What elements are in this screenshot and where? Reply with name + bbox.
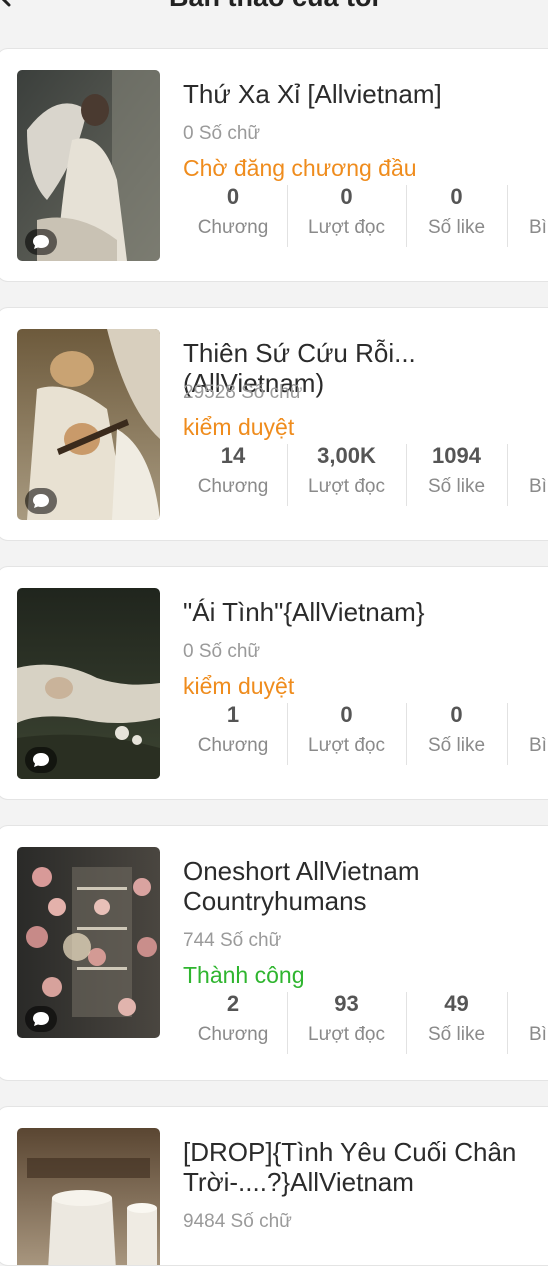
stat-value: 0: [340, 184, 353, 209]
stat-2: 0 Số like: [406, 183, 507, 247]
book-title[interactable]: [DROP]{Tình Yêu Cuối Chân Trời-....?}All…: [183, 1137, 548, 1197]
stat-value: 0: [450, 184, 463, 209]
stat-label: Số like: [427, 735, 486, 756]
manuscript-card[interactable]: Thứ Xa Xỉ [Allvietnam] 0 Số chữ Chờ đăng c…: [0, 48, 548, 282]
stat-label: Chương: [197, 217, 269, 238]
stat-divider: [287, 444, 288, 506]
stat-3: Bì: [507, 990, 548, 1054]
stat-0: 0 Chương: [183, 183, 283, 247]
stat-value: [529, 183, 548, 211]
book-title[interactable]: "Ái Tình"{AllVietnam}: [183, 597, 548, 627]
publish-status: kiểm duyệt: [183, 673, 295, 699]
stat-1: 3,00K Lượt đọc: [287, 442, 406, 506]
stat-value: 0: [450, 702, 463, 727]
stat-label: Bì: [529, 735, 547, 756]
stat-value: 0: [340, 702, 353, 727]
stat-divider: [406, 992, 407, 1054]
manuscript-card[interactable]: "Ái Tình"{AllVietnam} 0 Số chữ kiểm duyệt 1…: [0, 566, 548, 800]
word-count: 744 Số chữ: [183, 930, 282, 951]
comment-icon: [25, 1006, 57, 1032]
stat-label: Số like: [427, 217, 486, 238]
stat-0: 14 Chương: [183, 442, 283, 506]
stat-label: Số like: [427, 476, 486, 497]
stat-label: Chương: [197, 476, 269, 497]
book-cover-image[interactable]: [17, 70, 160, 261]
stat-0: 2 Chương: [183, 990, 283, 1054]
stat-label: Số like: [427, 1024, 486, 1045]
comment-icon: [25, 488, 57, 514]
stat-1: 0 Lượt đọc: [287, 183, 406, 247]
stat-label: Bì: [529, 476, 547, 497]
stat-divider: [406, 703, 407, 765]
stat-value: 1: [226, 702, 240, 727]
word-count: 9484 Số chữ: [183, 1211, 292, 1232]
book-title[interactable]: Thứ Xa Xỉ [Allvietnam]: [183, 79, 548, 109]
publish-status: Thành công: [183, 962, 305, 988]
stat-divider: [507, 703, 508, 765]
manuscript-card[interactable]: Thiên Sứ Cứu Rỗi...(AllVietnam) 29528 Số …: [0, 307, 548, 541]
publish-status: Chờ đăng chương đầu: [183, 155, 417, 181]
stat-divider: [287, 185, 288, 247]
stat-value: [529, 990, 548, 1018]
top-bar: Bản thảo của tôi: [0, 0, 548, 34]
book-stats: 2 Chương 93 Lượt đọc 49 Số like Bì: [183, 990, 548, 1054]
publish-status: kiểm duyệt: [183, 414, 295, 440]
stat-divider: [406, 444, 407, 506]
stat-value: [529, 701, 548, 729]
stat-2: 1094 Số like: [406, 442, 507, 506]
book-title[interactable]: Oneshort AllVietnam Countryhumans: [183, 856, 548, 916]
stat-0: 1 Chương: [183, 701, 283, 765]
stat-label: Lượt đọc: [308, 476, 385, 497]
stat-value: 2: [226, 991, 240, 1016]
word-count: 0 Số chữ: [183, 123, 261, 144]
book-stats: 14 Chương 3,00K Lượt đọc 1094 Số like Bì: [183, 442, 548, 506]
stat-label: Lượt đọc: [308, 735, 385, 756]
stat-2: 0 Số like: [406, 701, 507, 765]
stat-value: 49: [444, 991, 469, 1016]
stat-value: 93: [334, 991, 359, 1016]
stat-divider: [507, 185, 508, 247]
word-count: 29528 Số chữ: [183, 382, 303, 403]
stat-value: 1094: [432, 443, 481, 468]
stat-3: Bì: [507, 701, 548, 765]
stat-divider: [287, 703, 288, 765]
stat-1: 93 Lượt đọc: [287, 990, 406, 1054]
manuscript-card[interactable]: Oneshort AllVietnam Countryhumans 744 Số …: [0, 825, 548, 1081]
stat-label: Chương: [197, 735, 269, 756]
stat-value: [529, 442, 548, 470]
stat-divider: [287, 992, 288, 1054]
stat-value: 0: [226, 184, 240, 209]
stat-label: Lượt đọc: [308, 1024, 385, 1045]
stat-3: Bì: [507, 442, 548, 506]
book-cover-image[interactable]: [17, 847, 160, 1038]
book-cover-image[interactable]: [17, 1128, 160, 1265]
stat-1: 0 Lượt đọc: [287, 701, 406, 765]
stat-label: Chương: [197, 1024, 269, 1045]
comment-icon: [25, 229, 57, 255]
stat-divider: [507, 444, 508, 506]
book-stats: 0 Chương 0 Lượt đọc 0 Số like Bì: [183, 183, 548, 247]
stat-value: 14: [220, 443, 246, 468]
stat-label: Bì: [529, 217, 547, 238]
book-cover-image[interactable]: [17, 329, 160, 520]
stat-value: 3,00K: [317, 443, 376, 468]
book-cover-image[interactable]: [17, 588, 160, 779]
stat-2: 49 Số like: [406, 990, 507, 1054]
book-stats: 1 Chương 0 Lượt đọc 0 Số like Bì: [183, 701, 548, 765]
stat-label: Bì: [529, 1024, 547, 1045]
stat-divider: [406, 185, 407, 247]
manuscript-card[interactable]: [DROP]{Tình Yêu Cuối Chân Trời-....?}All…: [0, 1106, 548, 1266]
comment-icon: [25, 747, 57, 773]
stat-divider: [507, 992, 508, 1054]
stat-label: Lượt đọc: [308, 217, 385, 238]
page-title: Bản thảo của tôi: [0, 0, 548, 13]
stat-3: Bì: [507, 183, 548, 247]
word-count: 0 Số chữ: [183, 641, 261, 662]
